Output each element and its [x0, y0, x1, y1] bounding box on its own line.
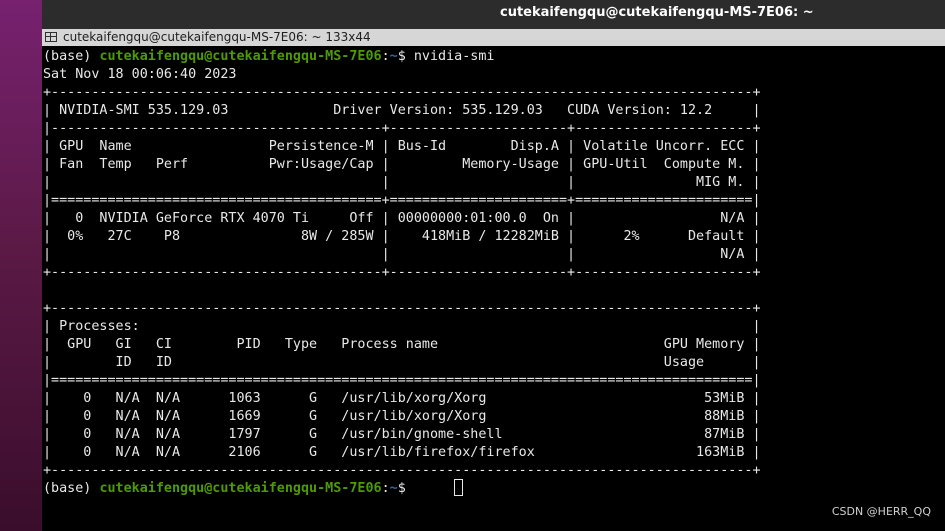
- prompt-path: ~: [389, 481, 398, 496]
- prompt-line-1: (base) cutekaifengqu@cutekaifengqu-MS-7E…: [43, 48, 494, 66]
- prompt-user-host: cutekaifengqu@cutekaifengqu-MS-7E06: [99, 481, 382, 496]
- gpu-table-row: +---------------------------------------…: [43, 85, 761, 100]
- terminal-window: cutekaifengqu@cutekaifengqu-MS-7E06: ~ c…: [42, 0, 945, 531]
- process-table-row: |=======================================…: [43, 373, 761, 388]
- terminal-output[interactable]: (base) cutekaifengqu@cutekaifengqu-MS-7E…: [42, 46, 945, 531]
- prompt-user-host: cutekaifengqu@cutekaifengqu-MS-7E06: [99, 49, 382, 64]
- prompt-sigil: $: [397, 49, 414, 64]
- gpu-table-row: | NVIDIA-SMI 535.129.03 Driver Version: …: [43, 103, 761, 118]
- process-table-row: | 0 N/A N/A 1063 G /usr/lib/xorg/Xorg 53…: [43, 391, 761, 406]
- window-title: cutekaifengqu@cutekaifengqu-MS-7E06: ~: [500, 5, 814, 20]
- command-text: nvidia-smi: [413, 49, 495, 64]
- gpu-table-row: | | | MIG M. |: [43, 175, 761, 190]
- gpu-table-row: | Fan Temp Perf Pwr:Usage/Cap | Memory-U…: [43, 157, 761, 172]
- process-table-row: | 0 N/A N/A 2106 G /usr/lib/firefox/fire…: [43, 445, 761, 460]
- prompt-separator: :: [381, 481, 390, 496]
- process-table-row: | 0 N/A N/A 1669 G /usr/lib/xorg/Xorg 88…: [43, 409, 761, 424]
- process-table-row: +---------------------------------------…: [43, 301, 761, 316]
- prompt-separator: :: [381, 49, 390, 64]
- date-line: Sat Nov 18 00:06:40 2023: [43, 67, 237, 82]
- prompt-path: ~: [389, 49, 398, 64]
- gpu-table-row: | | | N/A |: [43, 247, 761, 262]
- process-table-row: | Processes: |: [43, 319, 761, 334]
- gpu-table-row: | 0 NVIDIA GeForce RTX 4070 Ti Off | 000…: [43, 211, 761, 226]
- gnome-top-bar: cutekaifengqu@cutekaifengqu-MS-7E06: ~: [42, 0, 945, 30]
- process-table-row: | 0 N/A N/A 1797 G /usr/bin/gnome-shell …: [43, 427, 761, 442]
- prompt-line-2: (base) cutekaifengqu@cutekaifengqu-MS-7E…: [43, 480, 414, 498]
- text-cursor[interactable]: [454, 479, 463, 496]
- process-table-row: | ID ID Usage |: [43, 355, 761, 370]
- prompt-env: (base): [43, 49, 100, 64]
- gpu-table-row: |---------------------------------------…: [43, 121, 761, 136]
- terminal-grid-icon[interactable]: [45, 32, 57, 42]
- process-table-row: | GPU GI CI PID Type Process name GPU Me…: [43, 337, 761, 352]
- desktop-background: [0, 0, 42, 531]
- prompt-sigil: $: [397, 481, 414, 496]
- gpu-table-row: | GPU Name Persistence-M | Bus-Id Disp.A…: [43, 139, 761, 154]
- watermark: CSDN @HERR_QQ: [831, 505, 931, 518]
- terminal-title: cutekaifengqu@cutekaifengqu-MS-7E06: ~ 1…: [63, 30, 371, 44]
- gpu-table-row: | 0% 27C P8 8W / 285W | 418MiB / 12282Mi…: [43, 229, 761, 244]
- gpu-table-row: +---------------------------------------…: [43, 265, 761, 280]
- terminal-titlebar[interactable]: cutekaifengqu@cutekaifengqu-MS-7E06: ~ 1…: [42, 29, 945, 47]
- prompt-env: (base): [43, 481, 100, 496]
- gpu-table-row: |=======================================…: [43, 193, 761, 208]
- process-table-row: +---------------------------------------…: [43, 463, 761, 478]
